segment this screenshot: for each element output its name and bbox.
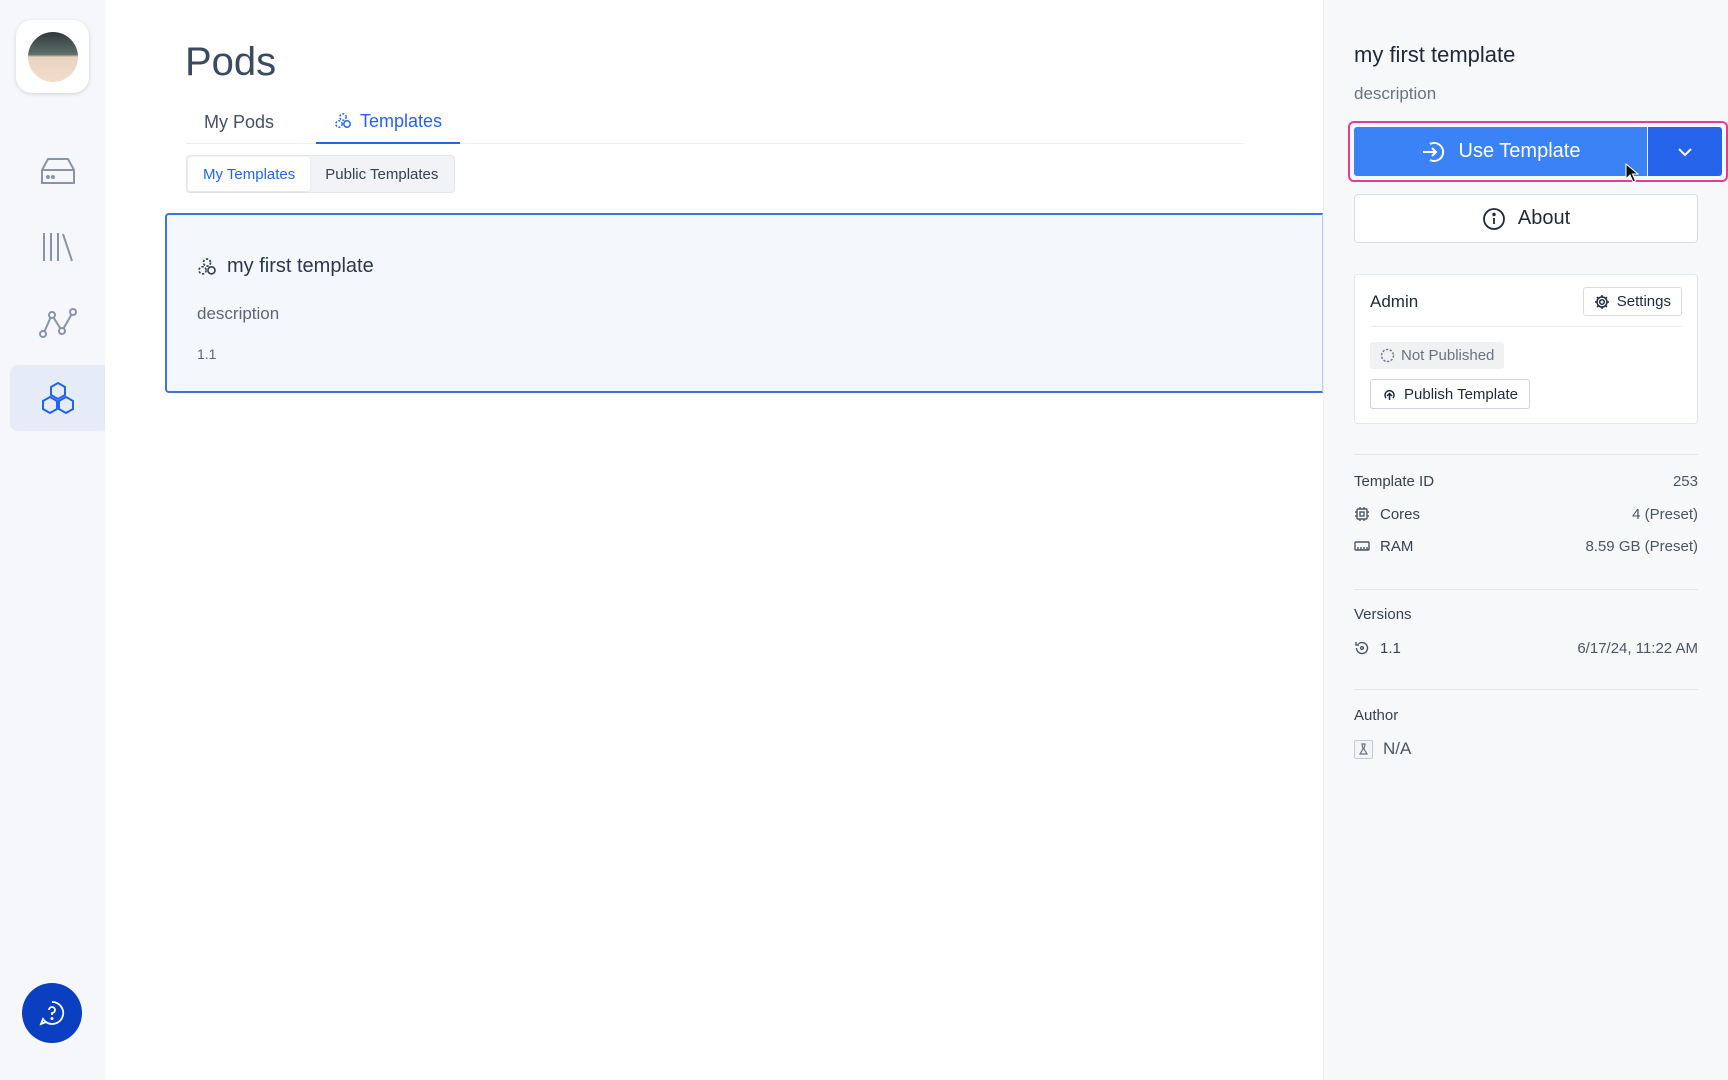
tab-templates[interactable]: Templates	[316, 100, 461, 144]
template-id-value: 253	[1672, 472, 1698, 490]
versions-label: Versions	[1354, 606, 1412, 623]
help-button[interactable]	[22, 983, 82, 1043]
cloud-upload-icon	[1384, 389, 1395, 400]
detail-row-ram: RAM 8.59 GB (Preset)	[1354, 535, 1698, 557]
cpu-icon	[1355, 507, 1369, 521]
tab-label: My Pods	[204, 111, 275, 132]
graph-icon	[38, 308, 77, 338]
template-name: my first template	[227, 255, 374, 277]
template-card-title: my first template	[197, 255, 374, 278]
detail-row-template-id: Template ID 253	[1354, 470, 1698, 492]
library-icon	[42, 233, 73, 262]
version-date: 6/17/24, 11:22 AM	[1577, 639, 1698, 657]
settings-label: Settings	[1616, 293, 1671, 310]
publish-template-button[interactable]: Publish Template	[1370, 379, 1530, 409]
template-detail-panel: my first template description Use Templa…	[1323, 0, 1728, 1080]
divider	[1370, 326, 1682, 327]
admin-label: Admin	[1370, 292, 1419, 311]
sidebar-item-drive[interactable]	[10, 138, 105, 204]
use-template-button-group: Use Template	[1348, 121, 1728, 182]
version-history-icon	[1355, 641, 1369, 655]
use-template-dropdown-button[interactable]	[1648, 127, 1722, 176]
template-icon	[198, 257, 216, 275]
status-label: Not Published	[1401, 347, 1495, 364]
detail-label: Cores	[1380, 505, 1421, 523]
template-icon	[335, 113, 351, 128]
tab-my-pods[interactable]: My Pods	[186, 100, 292, 144]
chevron-down-icon	[1678, 147, 1692, 156]
segment-my-templates[interactable]: My Templates	[188, 157, 311, 191]
detail-label: RAM	[1380, 537, 1414, 555]
version-number: 1.1	[1380, 639, 1401, 657]
panel-title: my first template	[1354, 42, 1516, 67]
settings-button[interactable]: Settings	[1582, 287, 1682, 316]
about-label: About	[1517, 207, 1571, 229]
about-button[interactable]: About	[1354, 194, 1698, 243]
app-logo[interactable]	[16, 20, 89, 93]
template-version: 1.1	[197, 346, 217, 362]
memory-icon	[1354, 541, 1370, 551]
panel-description: description	[1354, 84, 1437, 103]
author-info: N/A	[1354, 739, 1411, 759]
sign-in-icon	[1422, 141, 1444, 162]
logo-image	[27, 31, 78, 82]
ram-value: 8.59 GB (Preset)	[1585, 537, 1698, 555]
template-scope-toggle: My Templates Public Templates	[186, 155, 456, 193]
sidebar-item-library[interactable]	[10, 214, 105, 280]
segment-public-templates[interactable]: Public Templates	[310, 157, 453, 191]
help-chat-icon	[39, 1001, 65, 1026]
use-template-button[interactable]: Use Template	[1354, 127, 1647, 176]
use-template-label: Use Template	[1458, 140, 1581, 162]
divider	[1354, 454, 1698, 455]
hexagons-icon	[41, 381, 74, 415]
sidebar-item-templates[interactable]	[10, 365, 105, 431]
status-badge: Not Published	[1370, 342, 1505, 369]
tab-bar: My Pods Templates	[186, 100, 1244, 144]
author-name: N/A	[1383, 739, 1412, 758]
author-label: Author	[1354, 707, 1399, 724]
author-avatar-icon	[1354, 739, 1373, 759]
sidebar-item-graph[interactable]	[10, 290, 105, 356]
divider	[1354, 589, 1698, 590]
dashed-circle-icon	[1380, 348, 1395, 363]
publish-label: Publish Template	[1404, 385, 1518, 403]
page-title: Pods	[185, 40, 277, 84]
info-icon	[1482, 207, 1505, 230]
detail-row-cores: Cores 4 (Preset)	[1354, 503, 1698, 525]
detail-label: Template ID	[1354, 472, 1435, 490]
cores-value: 4 (Preset)	[1632, 505, 1698, 523]
mouse-cursor-icon	[1625, 163, 1639, 183]
admin-section: Admin Settings Not Published Publish Tem…	[1354, 274, 1698, 424]
template-description: description	[197, 304, 280, 323]
sidebar	[0, 0, 105, 1080]
tab-label: Templates	[360, 110, 443, 131]
version-item[interactable]: 1.1 6/17/24, 11:22 AM	[1354, 637, 1698, 659]
drive-icon	[40, 158, 75, 184]
template-card[interactable]: my first template description 1.1	[165, 213, 1323, 393]
gear-icon	[1594, 294, 1609, 309]
divider	[1354, 689, 1698, 690]
